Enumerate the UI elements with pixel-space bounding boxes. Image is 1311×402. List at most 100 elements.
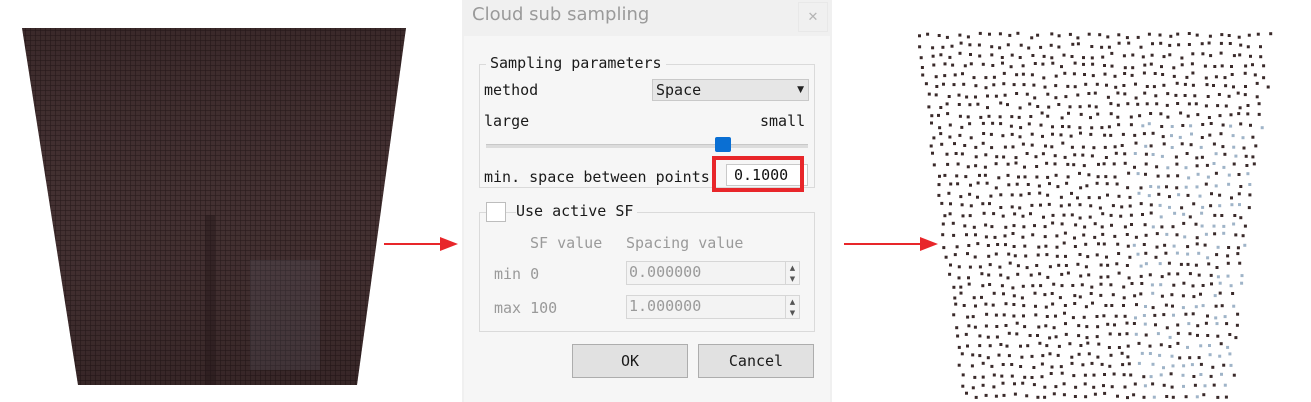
point — [1156, 332, 1160, 336]
dense-point-cloud-image — [22, 28, 406, 385]
point — [1019, 126, 1023, 130]
point — [1036, 33, 1040, 37]
point — [1236, 246, 1240, 250]
point — [1066, 162, 1070, 166]
point — [1233, 214, 1237, 217]
spacing-slider-handle[interactable] — [715, 137, 731, 152]
point — [1262, 64, 1266, 68]
point — [1029, 115, 1033, 118]
use-active-sf-checkbox[interactable] — [486, 202, 506, 222]
point — [1123, 92, 1127, 96]
point — [1076, 93, 1080, 97]
ok-button[interactable]: OK — [572, 344, 688, 378]
point — [1206, 334, 1210, 337]
point — [939, 53, 943, 57]
point — [1205, 83, 1209, 87]
point — [1129, 213, 1133, 217]
point — [1051, 125, 1054, 129]
point — [1097, 196, 1101, 200]
point — [1171, 395, 1175, 399]
point — [1102, 314, 1106, 318]
point — [1108, 364, 1112, 368]
point — [1078, 105, 1082, 109]
point — [1188, 332, 1192, 336]
point — [1165, 103, 1169, 107]
point — [1117, 123, 1121, 127]
point — [1100, 126, 1104, 130]
point — [1128, 195, 1132, 199]
max-spacing-spinner[interactable]: ▲ ▼ — [785, 296, 799, 318]
point — [942, 246, 946, 250]
point — [1169, 372, 1173, 376]
point — [1151, 291, 1155, 295]
point — [1177, 43, 1181, 47]
point — [1207, 116, 1211, 119]
spacing-slider-track[interactable] — [486, 144, 808, 148]
point — [1088, 215, 1092, 219]
point — [1237, 35, 1241, 39]
point — [1228, 333, 1232, 336]
point — [1078, 216, 1082, 220]
point — [978, 354, 982, 358]
point — [1036, 395, 1040, 399]
point — [1025, 92, 1029, 96]
point — [1168, 205, 1171, 209]
point — [1162, 142, 1166, 146]
point — [1013, 382, 1016, 386]
point — [958, 33, 962, 37]
point — [1199, 373, 1203, 376]
point — [992, 75, 996, 79]
point — [1110, 223, 1113, 227]
method-select[interactable]: Space ▼ — [652, 79, 809, 101]
point — [1027, 46, 1031, 50]
point — [991, 121, 995, 125]
point — [988, 32, 991, 36]
point — [1176, 272, 1180, 276]
point — [1034, 155, 1038, 159]
point — [1159, 373, 1163, 377]
point — [1018, 206, 1022, 210]
min-sf-label: min 0 — [494, 265, 540, 283]
close-button[interactable]: ✕ — [798, 2, 828, 32]
point — [1076, 36, 1080, 40]
max-spacing-input[interactable]: 1.000000 ▲ ▼ — [626, 295, 800, 319]
point — [955, 174, 959, 178]
point — [1090, 154, 1094, 158]
point — [1000, 374, 1004, 378]
point — [1006, 162, 1010, 166]
point — [974, 155, 978, 159]
point — [1087, 32, 1091, 36]
point — [1200, 42, 1204, 46]
min-spacing-input[interactable]: 0.000000 ▲ ▼ — [626, 261, 800, 285]
point — [1214, 184, 1218, 188]
point — [1162, 366, 1165, 370]
point — [1170, 354, 1174, 358]
point — [927, 92, 931, 96]
point — [1100, 362, 1104, 366]
point — [1015, 321, 1019, 325]
point — [1176, 32, 1180, 36]
point — [1232, 222, 1236, 226]
point — [1064, 264, 1068, 267]
point — [1143, 223, 1147, 227]
point — [1150, 53, 1154, 57]
point — [1046, 92, 1050, 96]
point — [1004, 225, 1008, 229]
point — [1151, 306, 1155, 310]
cancel-button[interactable]: Cancel — [698, 344, 814, 378]
min-spacing-spinner[interactable]: ▲ ▼ — [785, 262, 799, 284]
point — [1045, 253, 1049, 257]
point — [1229, 363, 1233, 367]
point — [1087, 92, 1091, 95]
point — [960, 203, 964, 207]
point — [1145, 102, 1149, 106]
point — [1224, 395, 1228, 399]
point — [1126, 186, 1130, 190]
point — [1101, 55, 1105, 59]
point — [941, 233, 945, 237]
point — [1002, 393, 1006, 397]
point — [1142, 243, 1146, 246]
point — [1259, 55, 1263, 59]
point — [1260, 126, 1264, 130]
point — [1086, 255, 1090, 259]
